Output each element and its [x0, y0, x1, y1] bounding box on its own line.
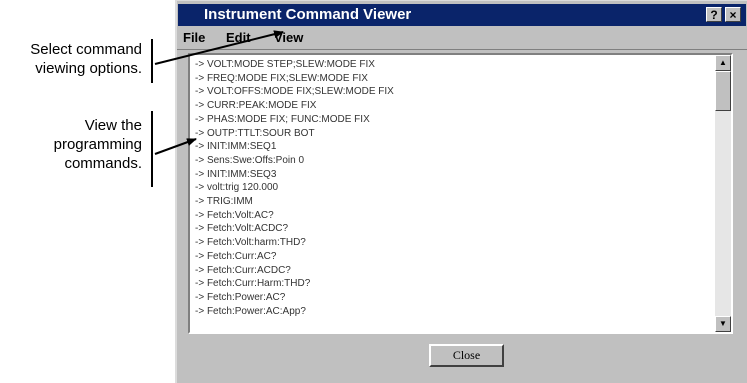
arrow-to-view-menu: [154, 30, 284, 65]
callout-arrows: [154, 30, 284, 155]
arrow-to-command-list: [154, 138, 197, 155]
